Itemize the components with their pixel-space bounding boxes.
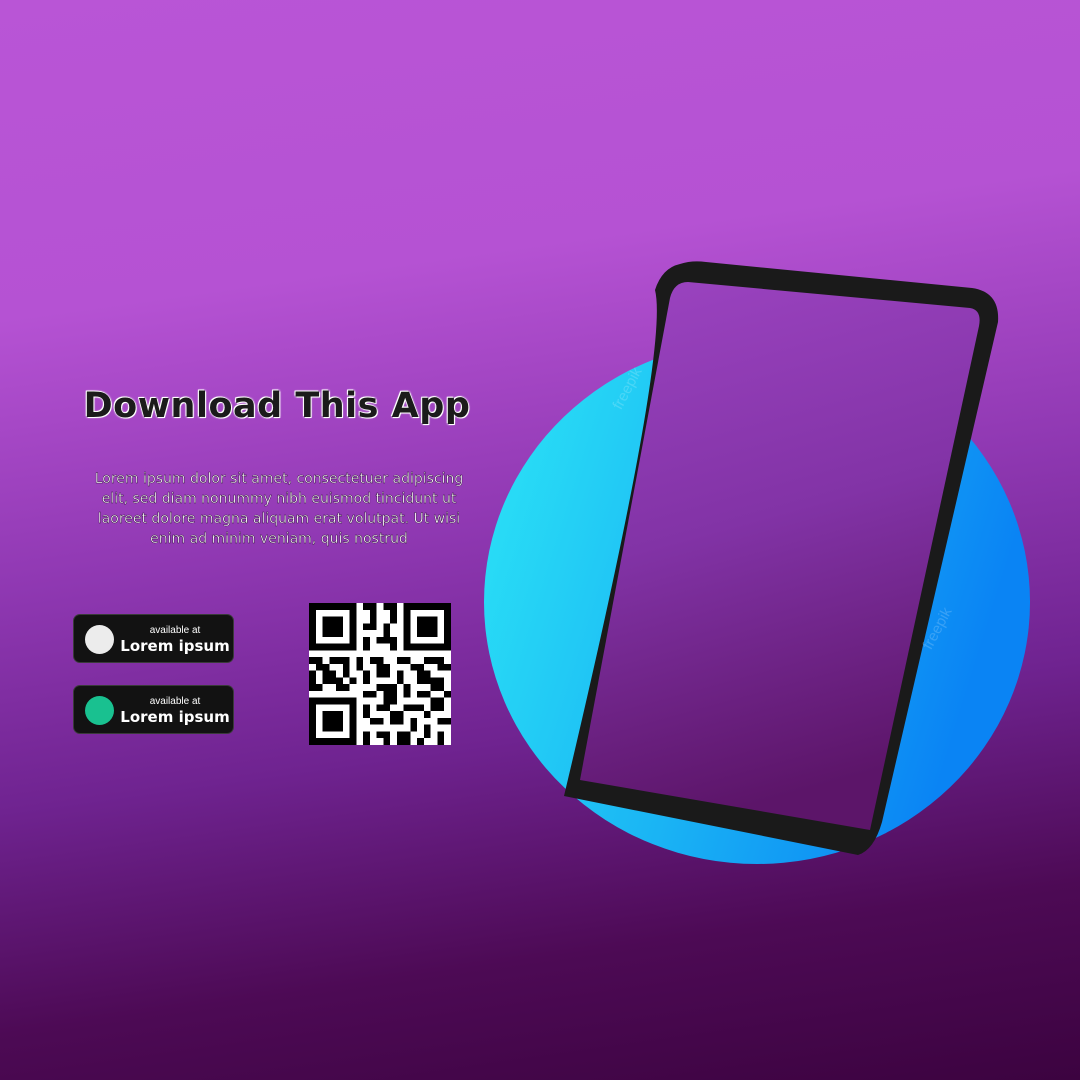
description-line: Lorem ipsum dolor sit amet, consectetuer… <box>94 471 464 487</box>
description-line: enim ad minim veniam, quis nostrud <box>150 531 408 547</box>
description-line: elit, sed diam nonummy nibh euismod tinc… <box>101 491 457 507</box>
badge-small-label: available at <box>149 625 201 636</box>
smartphone-illustration <box>484 261 1030 864</box>
badge-label: Lorem ipsum <box>120 708 230 726</box>
description-line: laoreet dolore magna aliquam erat volutp… <box>97 511 461 527</box>
description-text: Lorem ipsum dolor sit amet, consectetuer… <box>72 469 486 549</box>
qr-code-icon[interactable] <box>309 603 451 745</box>
store-circle-icon <box>85 696 114 725</box>
store-badge-2[interactable]: available at Lorem ipsum <box>73 685 234 734</box>
badge-small-label: available at <box>149 696 201 707</box>
store-badge-1[interactable]: available at Lorem ipsum <box>73 614 234 663</box>
badge-label: Lorem ipsum <box>120 637 230 655</box>
page-title: Download This App <box>83 386 471 426</box>
store-circle-icon <box>85 625 114 654</box>
